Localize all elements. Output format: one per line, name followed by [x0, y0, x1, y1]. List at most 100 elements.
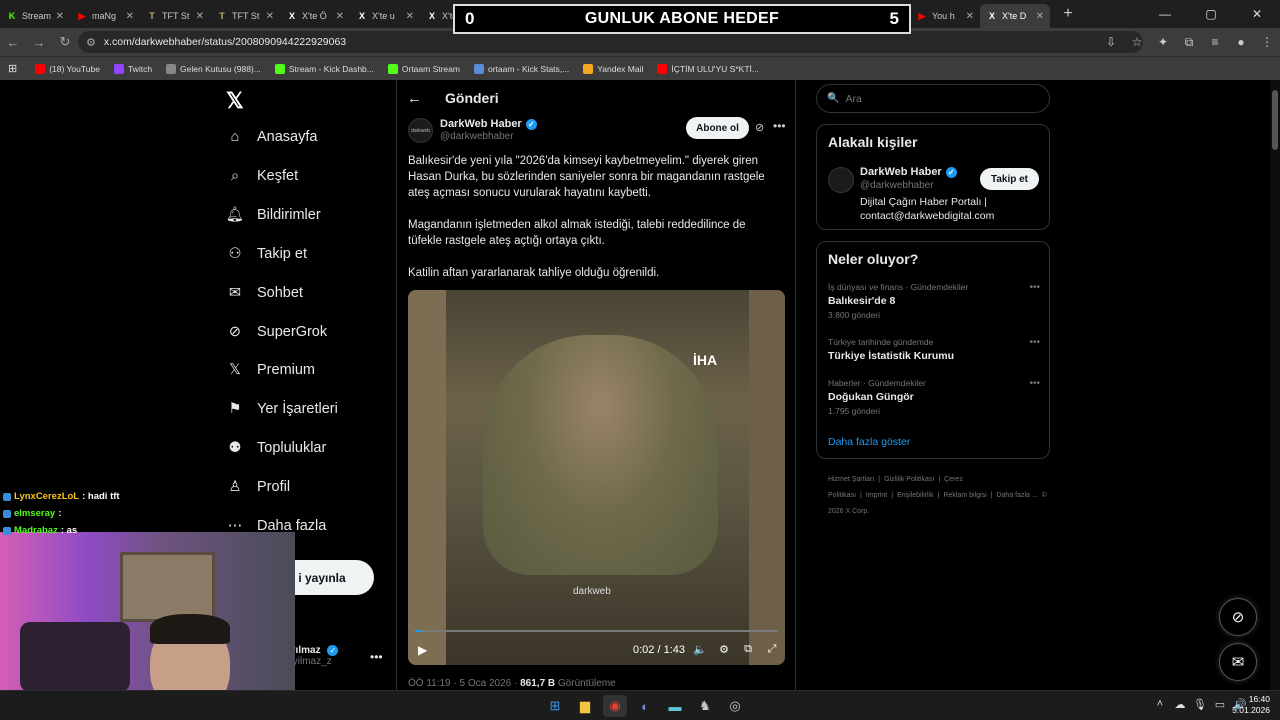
post-more-icon[interactable]: ••• [773, 119, 786, 133]
maximize-button[interactable]: ▢ [1188, 0, 1234, 28]
x-logo[interactable]: 𝕏 [226, 88, 244, 114]
tab-close-icon[interactable]: ✕ [336, 11, 344, 22]
video-player[interactable]: İHA darkweb ▶ 0:02 / 1:43 🔈 ⚙ ⧉ ⤢ [408, 290, 785, 665]
sidebar-item-mail[interactable]: ✉ Sohbet [226, 284, 303, 302]
browser-tab[interactable]: K Stream ✕ [0, 4, 70, 28]
kebab-menu-icon[interactable]: ⋮ [1254, 35, 1280, 49]
tab-close-icon[interactable]: ✕ [266, 11, 274, 22]
page-scrollbar[interactable] [1270, 80, 1280, 690]
author-name[interactable]: DarkWeb Haber ✓ [440, 118, 537, 130]
trend-item[interactable]: Haberler · Gündemdekiler Doğukan Güngör … [828, 378, 1040, 416]
install-icon[interactable]: ⇩ [1098, 35, 1124, 49]
app-icon[interactable]: ♞ [693, 695, 717, 717]
chrome-icon[interactable]: ◉ [603, 695, 627, 717]
search-input[interactable]: 🔍 Ara [816, 84, 1050, 113]
apps-grid-icon[interactable]: ⊞ [8, 62, 17, 75]
browser-tab[interactable]: X X'te u ✕ [350, 4, 420, 28]
account-switcher[interactable]: yılmaz ✓ tyilmaz_z [290, 645, 339, 667]
address-bar[interactable]: ⚙ x.com/darkwebhaber/status/200809094422… [78, 31, 1143, 53]
pip-icon[interactable]: ⧉ [736, 643, 760, 656]
chevron-up-icon[interactable]: ˄ [1150, 698, 1170, 711]
minimize-button[interactable]: — [1142, 0, 1188, 28]
sidebar-item-search[interactable]: ⌕ Keşfet [226, 167, 298, 185]
trend-more-icon[interactable]: ••• [1029, 337, 1040, 348]
bookmark-item[interactable]: (18) YouTube [35, 63, 100, 74]
footer-link[interactable]: Hizmet Şartları [828, 476, 874, 483]
tab-close-icon[interactable]: ✕ [196, 11, 204, 22]
sidebar-item-person-add[interactable]: ⚇ Takip et [226, 245, 307, 263]
app-icon[interactable]: ◎ [723, 695, 747, 717]
footer-link[interactable]: Reklam bilgisi [943, 492, 986, 499]
browser-tab[interactable]: ▶ maNg ✕ [70, 4, 140, 28]
author-handle[interactable]: @darkwebhaber [440, 131, 514, 142]
trend-item[interactable]: İş dünyası ve finans · Gündemdekiler Bal… [828, 282, 1040, 320]
volume-icon[interactable]: 🔈 [688, 643, 712, 656]
bookmark-item[interactable]: İÇTİM ULU'YU S*KTİ... [657, 63, 759, 74]
reload-icon[interactable]: ↻ [52, 34, 78, 50]
mic-icon[interactable]: 🎙 [1190, 698, 1210, 711]
messages-fab-icon[interactable]: ✉ [1219, 643, 1257, 681]
sidebar-item-home[interactable]: ⌂ Anasayfa [226, 128, 318, 146]
bookmark-item[interactable]: Ortaam Stream [387, 63, 460, 74]
browser-tab[interactable]: X X'te Ö ✕ [280, 4, 350, 28]
grok-fab-icon[interactable]: ⊘ [1219, 598, 1257, 636]
sidebar-item-bookmark[interactable]: ⚑ Yer İşaretleri [226, 400, 338, 418]
back-icon[interactable]: ← [407, 90, 422, 107]
discord-icon[interactable]: ◐ [633, 695, 657, 717]
trend-more-icon[interactable]: ••• [1029, 282, 1040, 293]
network-icon[interactable]: ☁ [1170, 698, 1190, 711]
footer-link[interactable]: Erişilebilirlik [897, 492, 934, 499]
extension-icon[interactable]: ✦ [1150, 35, 1176, 49]
sidebar-item-x[interactable]: 𝕏 Premium [226, 361, 315, 379]
bookmark-item[interactable]: ortaam - Kick Stats,... [473, 63, 569, 74]
account-more-icon[interactable]: ••• [370, 650, 383, 664]
browser-tab[interactable]: T TFT St ✕ [210, 4, 280, 28]
tab-close-icon[interactable]: ✕ [56, 11, 64, 22]
fullscreen-icon[interactable]: ⤢ [760, 643, 784, 656]
bookmark-item[interactable]: Twitch [113, 63, 152, 74]
bookmark-item[interactable]: Yandex Mail [583, 63, 643, 74]
footer-link[interactable]: Gizlilik Politikası [884, 476, 934, 483]
trend-more-icon[interactable]: ••• [1029, 378, 1040, 389]
puzzle-icon[interactable]: ⧉ [1176, 35, 1202, 50]
profile-avatar-icon[interactable]: ● [1228, 35, 1254, 49]
related-name[interactable]: DarkWeb Haber ✓ [860, 166, 957, 178]
tab-close-icon[interactable]: ✕ [126, 11, 134, 22]
related-handle[interactable]: @darkwebhaber [860, 180, 934, 191]
video-progress-bar[interactable] [415, 630, 778, 632]
bookmark-item[interactable]: Stream - Kick Dashb... [274, 63, 374, 74]
bookmark-item[interactable]: Gelen Kutusu (988)... [166, 63, 261, 74]
tab-close-icon[interactable]: ✕ [1036, 11, 1044, 22]
reading-list-icon[interactable]: ≡ [1202, 35, 1228, 49]
footer-link[interactable]: Imprint [866, 492, 887, 499]
scrollbar-thumb[interactable] [1272, 90, 1278, 150]
tab-close-icon[interactable]: ✕ [966, 11, 974, 22]
taskbar-clock[interactable]: 16:40 5.01.2026 [1232, 694, 1270, 716]
sidebar-item-profile[interactable]: ♙ Profil [226, 478, 291, 496]
settings-icon[interactable]: ⚙ [712, 643, 736, 656]
browser-tab[interactable]: ▶ You h ✕ [910, 4, 980, 28]
file-explorer-icon[interactable]: ▆ [573, 695, 597, 717]
star-icon[interactable]: ☆ [1124, 35, 1150, 49]
display-icon[interactable]: ▭ [1210, 698, 1230, 711]
tab-close-icon[interactable]: ✕ [406, 11, 414, 22]
site-info-icon[interactable]: ⚙ [86, 36, 96, 49]
play-icon[interactable]: ▶ [418, 643, 427, 657]
app-icon[interactable]: ▬ [663, 695, 687, 717]
post-timestamp[interactable]: ÖÖ 11:19 · 5 Oca 2026 · [408, 678, 520, 689]
footer-link[interactable]: Daha fazla ... [996, 492, 1037, 499]
close-window-button[interactable]: ✕ [1234, 0, 1280, 28]
new-tab-button[interactable]: + [1058, 5, 1078, 23]
forward-arrow-icon[interactable]: → [26, 35, 52, 50]
author-avatar[interactable]: darkweb [408, 118, 433, 143]
related-avatar[interactable] [828, 167, 854, 193]
sidebar-item-bell[interactable]: 🔔︎ Bildirimler [226, 206, 321, 224]
browser-tab[interactable]: X X'te D ✕ [980, 4, 1050, 28]
trend-item[interactable]: Türkiye tarihinde gündemde Türkiye İstat… [828, 337, 1040, 362]
show-more-link[interactable]: Daha fazla göster [828, 436, 910, 448]
subscribe-button[interactable]: Abone ol [686, 117, 749, 139]
sidebar-item-people[interactable]: ⚉ Topluluklar [226, 439, 327, 457]
windows-start-icon[interactable]: ⊞ [543, 695, 567, 717]
back-arrow-icon[interactable]: ← [0, 35, 26, 50]
sidebar-item-grok[interactable]: ⊘ SuperGrok [226, 323, 327, 341]
